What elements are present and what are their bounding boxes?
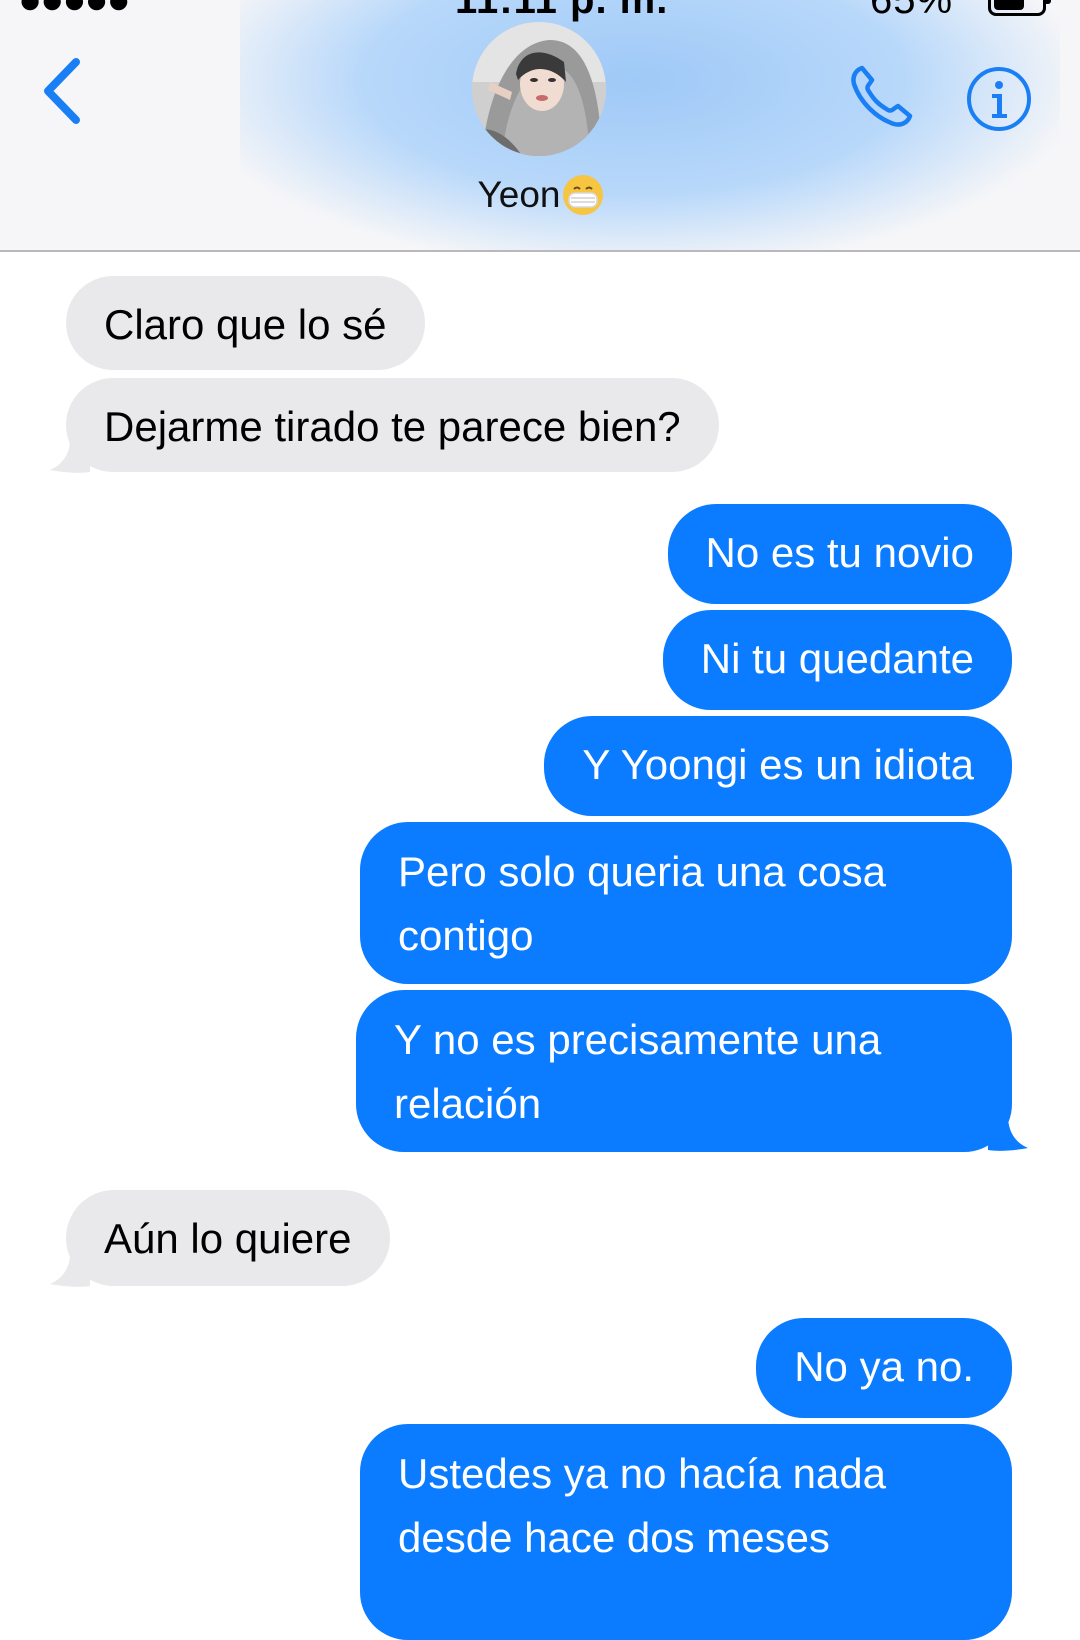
incoming-message[interactable]: Dejarme tirado te parece bien?: [66, 378, 719, 472]
message-text: Pero solo queria una cosa contigo: [398, 848, 886, 959]
message-text: Dejarme tirado te parece bien?: [104, 403, 681, 450]
outgoing-message[interactable]: Y Yoongi es un idiota: [544, 716, 1012, 816]
battery-level: [994, 0, 1024, 10]
outgoing-message[interactable]: Ni tu quedante: [662, 610, 1012, 710]
battery-icon: [988, 0, 1046, 16]
back-button[interactable]: [38, 56, 88, 126]
outgoing-message[interactable]: Y no es precisamente una relación: [356, 990, 1012, 1152]
message-text: Y no es precisamente una relación: [394, 1016, 882, 1127]
contact-name-text: Yeon: [477, 174, 561, 215]
chevron-left-icon: [44, 58, 80, 124]
message-text: Aún lo quiere: [104, 1215, 352, 1262]
contact-name[interactable]: Yeon: [0, 174, 1080, 216]
message-text: No es tu novio: [705, 529, 975, 576]
message-text: Claro que lo sé: [104, 301, 387, 348]
message-text: Ustedes ya no hacía nada desde hace dos …: [398, 1450, 887, 1561]
message-text: Ni tu quedante: [700, 635, 974, 682]
outgoing-message[interactable]: Pero solo queria una cosa contigo: [360, 822, 1012, 984]
avatar-photo: [472, 22, 606, 156]
info-icon: [967, 67, 1031, 131]
contact-avatar[interactable]: [472, 22, 606, 156]
signal-strength: ●●●●●: [18, 0, 131, 22]
incoming-bubble-tail: [50, 1254, 90, 1287]
status-time: 11:11 p. m.: [455, 0, 669, 22]
incoming-bubble-tail: [50, 440, 90, 473]
phone-icon: [851, 65, 913, 127]
outgoing-message[interactable]: No es tu novio: [667, 504, 1012, 604]
outgoing-bubble-tail: [988, 1116, 1028, 1151]
info-button[interactable]: [966, 66, 1032, 132]
message-text: Y Yoongi es un idiota: [582, 741, 974, 788]
call-button[interactable]: [846, 62, 916, 132]
outgoing-message[interactable]: No ya no.: [756, 1318, 1012, 1418]
message-text: No ya no.: [794, 1343, 974, 1390]
outgoing-message[interactable]: Ustedes ya no hacía nada desde hace dos …: [360, 1424, 1012, 1640]
conversation-header: ●●●●● 11:11 p. m. 65% Yeon: [0, 0, 1080, 252]
battery-percentage: 65%: [870, 0, 954, 22]
face-with-medical-mask-emoji: [562, 175, 603, 215]
incoming-message[interactable]: Claro que lo sé: [66, 276, 425, 370]
incoming-message[interactable]: Aún lo quiere: [66, 1190, 390, 1286]
